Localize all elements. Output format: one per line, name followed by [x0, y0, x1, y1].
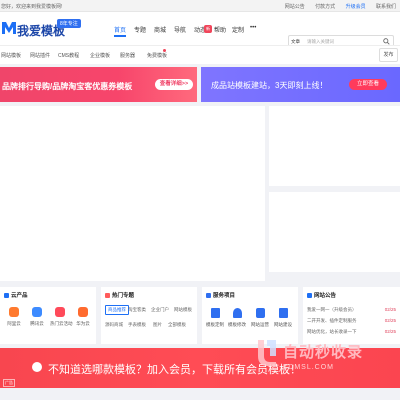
topic-tag[interactable]: 手表模板: [128, 322, 146, 328]
search-icon[interactable]: [383, 38, 390, 45]
product-label: 阿里云: [7, 321, 21, 326]
topic-tag[interactable]: 全部模板: [168, 322, 186, 328]
product-label: 华为云: [76, 321, 90, 326]
topic-tag[interactable]: 商品推荐: [105, 305, 129, 315]
free-dot-badge: [163, 49, 166, 52]
product-label: 热门云活动: [50, 321, 73, 326]
huawei-cloud-icon: [78, 307, 88, 317]
cloud-products-card: 云产品 阿里云 腾讯云 热门云活动 华为云: [0, 287, 96, 344]
top-link-contact[interactable]: 联系我们: [376, 4, 396, 10]
brush-icon: [232, 308, 242, 318]
notice-item[interactable]: 二开开发、插件定制服务: [307, 318, 357, 324]
banner-right-button[interactable]: 立即查看: [349, 79, 387, 90]
notice-date: 02/25: [384, 307, 396, 312]
bookmark-icon: [210, 308, 220, 318]
main-slider-area: [0, 106, 265, 281]
topic-tag[interactable]: 源码商城: [105, 322, 123, 328]
top-bar: 您好，欢迎来到我爱模板网! 网站公告 付款方式 升级会员 联系我们: [0, 0, 400, 12]
side-panel-bottom: [269, 192, 400, 272]
sub-nav: 网站模板 网站插件 CMS教程 企业模板 服务器 免费模板 发布: [0, 45, 400, 64]
hot-cloud-icon: [55, 307, 65, 317]
watermark: 自动秒收录 ZDMSL.COM: [250, 333, 400, 393]
banner-site-build[interactable]: 成品站模板建站，3天即刻上线！ 立即查看: [201, 67, 400, 102]
service-build[interactable]: 网站建设: [273, 308, 293, 328]
header: 我爱模板 8年专注 首页 专题 商城 导航 动态 帮助 定制 ••• 新 文章 …: [0, 12, 400, 47]
side-panel-top: [269, 106, 400, 186]
subnav-site-templates[interactable]: 网站模板: [1, 52, 21, 59]
topic-tag[interactable]: 企业门户: [151, 307, 169, 313]
hot-topics-card: 热门专题 商品推荐 淘宝客类 企业门户 网站模板 源码商城 手表模板 图片 全部…: [101, 287, 197, 344]
service-label: 网站运营: [251, 322, 269, 327]
topic-tag[interactable]: 网站模板: [174, 307, 192, 313]
publish-button[interactable]: 发布: [379, 48, 398, 62]
edit-doc-icon: [278, 308, 288, 318]
logo-tag: 8年专注: [57, 19, 81, 28]
nav-more[interactable]: •••: [250, 25, 256, 31]
welcome-text: 您好，欢迎来到我爱模板网!: [1, 4, 63, 10]
cloud-card-title: 云产品: [11, 293, 28, 299]
nav-help[interactable]: 帮助: [214, 25, 226, 34]
banner-right-text: 成品站模板建站，3天即刻上线！: [211, 81, 328, 90]
nav-custom[interactable]: 定制: [232, 25, 244, 34]
service-label: 模板定制: [206, 322, 224, 327]
bulb-icon: [32, 362, 42, 372]
service-icon: [206, 293, 211, 299]
cloud-card-header: 云产品: [4, 291, 28, 299]
service-operation[interactable]: 网站运营: [250, 308, 270, 328]
cloud-icon: [4, 293, 9, 299]
subnav-server[interactable]: 服务器: [120, 52, 135, 59]
ad-label: 广告: [3, 379, 15, 387]
service-label: 网站建设: [274, 322, 292, 327]
nav-guide[interactable]: 导航: [174, 25, 186, 34]
notice-card-header: 网站公告: [307, 291, 336, 299]
nav-new-badge: 新: [204, 25, 212, 33]
topics-card-header: 热门专题: [105, 291, 134, 299]
service-label: 模板修改: [228, 322, 246, 327]
product-hot-cloud[interactable]: 热门云活动: [50, 307, 73, 327]
nav-topics[interactable]: 专题: [134, 25, 146, 34]
topic-tag[interactable]: 淘宝客类: [128, 307, 146, 313]
product-huawei[interactable]: 华为云: [73, 307, 93, 327]
banner-left-button[interactable]: 查看详细>>: [155, 79, 193, 90]
product-tencent[interactable]: 腾讯云: [27, 307, 47, 327]
nav-active-underline: [114, 35, 126, 37]
notice-date: 02/25: [384, 318, 396, 323]
notice-card-title: 网站公告: [314, 293, 337, 299]
notice-item[interactable]: 我爱一网一（升级会员）: [307, 307, 357, 313]
nav-home[interactable]: 首页: [114, 25, 126, 34]
nav-mall[interactable]: 商城: [154, 25, 166, 34]
logo-mark-icon: [2, 22, 16, 34]
top-link-notice[interactable]: 网站公告: [285, 4, 305, 10]
services-card-title: 服务项目: [213, 293, 236, 299]
watermark-subtext: ZDMSL.COM: [283, 364, 334, 371]
banner-left-text: 品牌排行导购/品牌淘宝客优惠券模板: [2, 82, 133, 91]
top-link-payment[interactable]: 付款方式: [315, 4, 335, 10]
services-card-header: 服务项目: [206, 291, 235, 299]
top-link-upgrade[interactable]: 升级会员: [346, 4, 366, 10]
service-custom[interactable]: 模板定制: [205, 308, 225, 328]
watermark-text: 自动秒收录: [283, 344, 364, 361]
subnav-plugins[interactable]: 网站插件: [30, 52, 50, 59]
top-links: 网站公告 付款方式 升级会员 联系我们: [276, 3, 396, 10]
subnav-enterprise[interactable]: 企业模板: [90, 52, 110, 59]
subnav-cms[interactable]: CMS教程: [58, 52, 79, 59]
tencent-cloud-icon: [32, 307, 42, 317]
service-modify[interactable]: 模板修改: [227, 308, 247, 328]
monitor-icon: [255, 308, 265, 318]
topic-tag[interactable]: 图片: [153, 322, 162, 328]
watermark-logo-icon: [258, 340, 276, 366]
banner-brand-template[interactable]: 品牌排行导购/品牌淘宝客优惠券模板 查看详细>>: [0, 67, 197, 102]
subnav-free[interactable]: 免费模板: [147, 52, 167, 59]
aliyun-icon: [9, 307, 19, 317]
notice-icon: [307, 293, 312, 299]
product-aliyun[interactable]: 阿里云: [4, 307, 24, 327]
fire-icon: [105, 293, 110, 299]
topics-card-title: 热门专题: [112, 293, 135, 299]
product-label: 腾讯云: [30, 321, 44, 326]
